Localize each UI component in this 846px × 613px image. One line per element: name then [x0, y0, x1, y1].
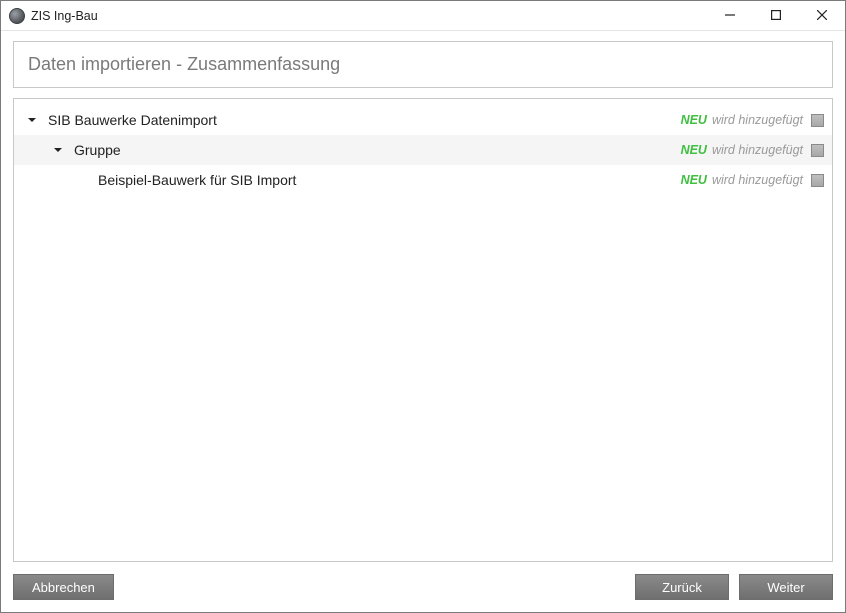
close-button[interactable] [799, 1, 845, 30]
minimize-button[interactable] [707, 1, 753, 30]
button-label: Abbrechen [32, 580, 95, 595]
status-desc-label: wird hinzugefügt [712, 143, 803, 157]
app-icon [9, 8, 25, 24]
page-title: Daten importieren - Zusammenfassung [28, 54, 340, 74]
maximize-button[interactable] [753, 1, 799, 30]
tree-row-label: Gruppe [74, 142, 121, 158]
tree-row-status: NEU wird hinzugefügt [681, 143, 824, 157]
status-new-label: NEU [681, 113, 707, 127]
button-label: Weiter [767, 580, 804, 595]
tree-row[interactable]: Beispiel-Bauwerk für SIB Import NEU wird… [14, 165, 832, 195]
window-title: ZIS Ing-Bau [31, 9, 98, 23]
status-desc-label: wird hinzugefügt [712, 173, 803, 187]
tree-row-status: NEU wird hinzugefügt [681, 113, 824, 127]
cancel-button[interactable]: Abbrechen [13, 574, 114, 600]
tree-row-label: SIB Bauwerke Datenimport [48, 112, 217, 128]
close-icon [817, 8, 827, 23]
tree-row[interactable]: SIB Bauwerke Datenimport NEU wird hinzug… [14, 105, 832, 135]
minimize-icon [725, 8, 735, 23]
status-new-label: NEU [681, 143, 707, 157]
tree-row-label: Beispiel-Bauwerk für SIB Import [98, 172, 296, 188]
footer-bar: Abbrechen Zurück Weiter [1, 562, 845, 612]
next-button[interactable]: Weiter [739, 574, 833, 600]
button-label: Zurück [662, 580, 702, 595]
back-button[interactable]: Zurück [635, 574, 729, 600]
tree-row[interactable]: Gruppe NEU wird hinzugefügt [14, 135, 832, 165]
app-window: ZIS Ing-Bau Daten importieren - Zusammen… [0, 0, 846, 613]
status-desc-label: wird hinzugefügt [712, 113, 803, 127]
content-area: Daten importieren - Zusammenfassung SIB … [1, 31, 845, 562]
status-checkbox[interactable] [811, 114, 824, 127]
status-checkbox[interactable] [811, 174, 824, 187]
maximize-icon [771, 8, 781, 23]
tree-row-status: NEU wird hinzugefügt [681, 173, 824, 187]
chevron-down-icon[interactable] [50, 142, 66, 158]
status-new-label: NEU [681, 173, 707, 187]
titlebar: ZIS Ing-Bau [1, 1, 845, 31]
chevron-down-icon[interactable] [24, 112, 40, 128]
status-checkbox[interactable] [811, 144, 824, 157]
page-title-panel: Daten importieren - Zusammenfassung [13, 41, 833, 88]
tree-panel: SIB Bauwerke Datenimport NEU wird hinzug… [13, 98, 833, 562]
